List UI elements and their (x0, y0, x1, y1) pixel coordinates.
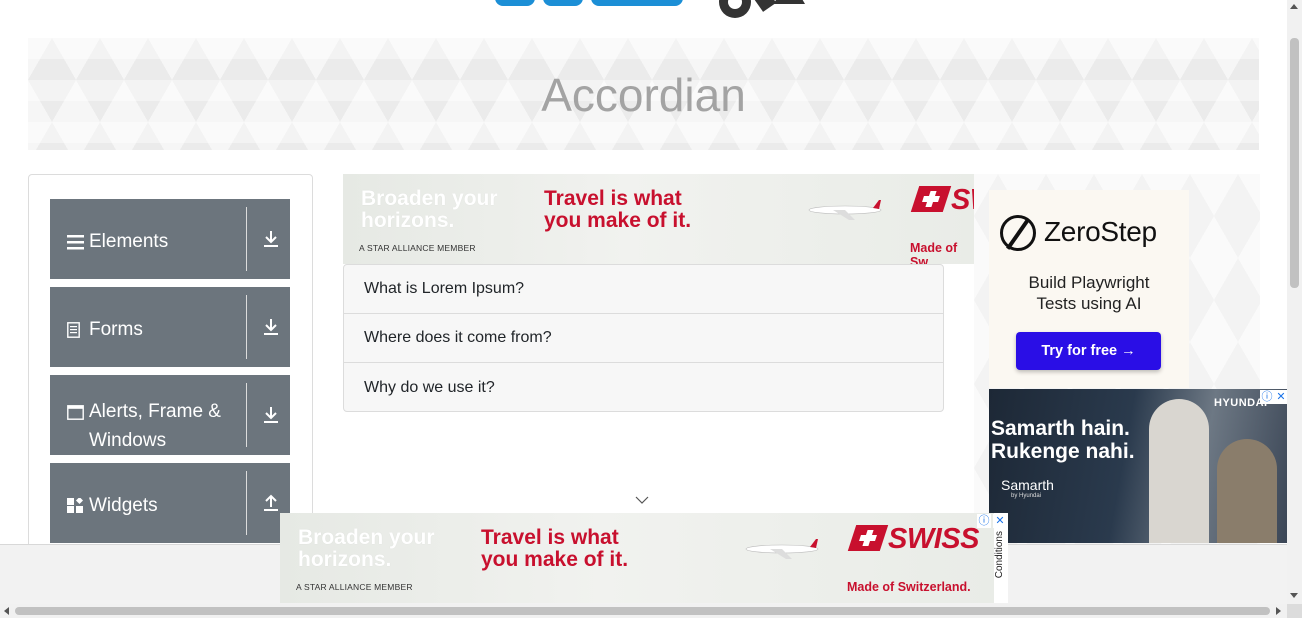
accordion-item[interactable]: Why do we use it? (344, 363, 943, 412)
ad-brand: ZeroStep (1044, 216, 1157, 247)
ad-slogan: Travel is what (481, 526, 619, 549)
ad-person-image (1217, 439, 1277, 543)
scrollbar-thumb[interactable] (1290, 38, 1299, 288)
download-arrow-icon[interactable] (262, 229, 280, 249)
ad-swiss-bottom[interactable]: Broaden your horizons. Travel is what you … (280, 513, 994, 603)
ad-member-text: A STAR ALLIANCE MEMBER (359, 243, 476, 253)
ad-headline-2: horizons. (298, 548, 392, 571)
ad-headline: Broaden your (361, 187, 498, 210)
ad-brand: SW (951, 184, 974, 216)
accordion-item[interactable]: What is Lorem Ipsum? (344, 265, 943, 314)
ad-person-image (1149, 399, 1209, 543)
download-arrow-icon[interactable] (262, 317, 280, 337)
document-icon (67, 315, 89, 347)
ad-info-icon[interactable]: ⓘ (1260, 390, 1274, 404)
sidebar-group-label-cont: Windows (89, 430, 167, 451)
sidebar: Elements Forms Alerts, Frame & Windows W… (28, 174, 313, 554)
widgets-icon (67, 491, 89, 523)
ad-hyundai[interactable]: Samarth hain. Rukenge nahi. HYUNDAI Samar… (989, 389, 1287, 543)
ad-swiss-top[interactable]: Broaden your horizons. Travel is what you … (343, 174, 974, 264)
ad-made-of: Made of Switzerland. (847, 580, 971, 594)
scroll-up-icon[interactable] (1290, 4, 1298, 9)
page-title: Accordian (541, 69, 746, 121)
sidebar-group-forms[interactable]: Forms (50, 287, 290, 367)
window-icon (67, 397, 89, 429)
site-logo[interactable] (495, 0, 815, 28)
try-for-free-button[interactable]: Try for free → (1016, 332, 1161, 370)
scroll-left-icon[interactable] (4, 607, 9, 615)
page-banner: Accordian (28, 38, 1259, 150)
ad-product-by: by Hyundai (1011, 493, 1042, 499)
ad-made-of: Made of Sw (910, 241, 958, 264)
scroll-down-icon[interactable] (1290, 593, 1298, 598)
gear-icon (719, 0, 805, 18)
sidebar-group-widgets[interactable]: Widgets (50, 463, 290, 543)
swiss-flag-icon (847, 525, 889, 551)
sidebar-group-label: Alerts, Frame & (89, 401, 221, 422)
accordion-item[interactable]: Where does it come from? (344, 314, 943, 363)
ad-slogan-2: you make of it. (544, 209, 692, 232)
divider (246, 207, 247, 271)
ad-headline-2: horizons. (361, 209, 455, 232)
zerostep-logo-icon (1000, 215, 1036, 251)
download-arrow-icon[interactable] (262, 405, 280, 425)
ad-slogan-2: you make of it. (481, 548, 629, 571)
ad-zerostep[interactable]: ZeroStep Build Playwright Tests using AI … (989, 190, 1189, 388)
accordion: What is Lorem Ipsum? Where does it come … (343, 264, 944, 412)
airplane-icon (808, 200, 882, 220)
scrollbar-corner (1287, 604, 1302, 618)
scrollbar-thumb[interactable] (15, 607, 1270, 615)
ad-member-text: A STAR ALLIANCE MEMBER (296, 582, 413, 592)
ad-close-icon[interactable]: ✕ (993, 514, 1007, 528)
sidebar-group-label: Elements (89, 231, 169, 252)
ad-headline-2: Rukenge nahi. (991, 440, 1135, 463)
ad-conditions-link[interactable]: Conditions (994, 531, 1005, 578)
vertical-scrollbar[interactable] (1287, 0, 1302, 604)
hamburger-icon (67, 227, 89, 259)
ad-slogan: Travel is what (544, 187, 682, 210)
ad-headline: Broaden your (298, 526, 435, 549)
sidebar-group-label: Forms (89, 319, 143, 340)
sidebar-group-elements[interactable]: Elements (50, 199, 290, 279)
sidebar-group-label: Widgets (89, 495, 158, 516)
sidebar-group-alerts[interactable]: Alerts, Frame & Windows (50, 375, 290, 455)
divider (246, 471, 247, 535)
ad-tagline: Build Playwright (1028, 273, 1150, 292)
swiss-flag-icon (910, 186, 952, 212)
scroll-right-icon[interactable] (1276, 607, 1281, 615)
horizontal-scrollbar[interactable] (0, 604, 1287, 618)
ad-tagline-2: Tests using AI (1036, 294, 1142, 313)
chevron-down-icon[interactable] (635, 495, 649, 505)
upload-arrow-icon[interactable] (262, 493, 280, 513)
ad-close-icon[interactable]: ✕ (1274, 390, 1288, 404)
ad-info-icon[interactable]: ⓘ (977, 514, 991, 528)
airplane-icon (745, 539, 819, 559)
divider (246, 383, 247, 447)
ad-product: Samarth (1001, 477, 1054, 493)
ad-brand: SWISS (888, 523, 979, 555)
page: Accordian Elements Forms Alerts, Frame &… (0, 0, 1302, 618)
divider (246, 295, 247, 359)
ad-headline: Samarth hain. (991, 417, 1130, 440)
